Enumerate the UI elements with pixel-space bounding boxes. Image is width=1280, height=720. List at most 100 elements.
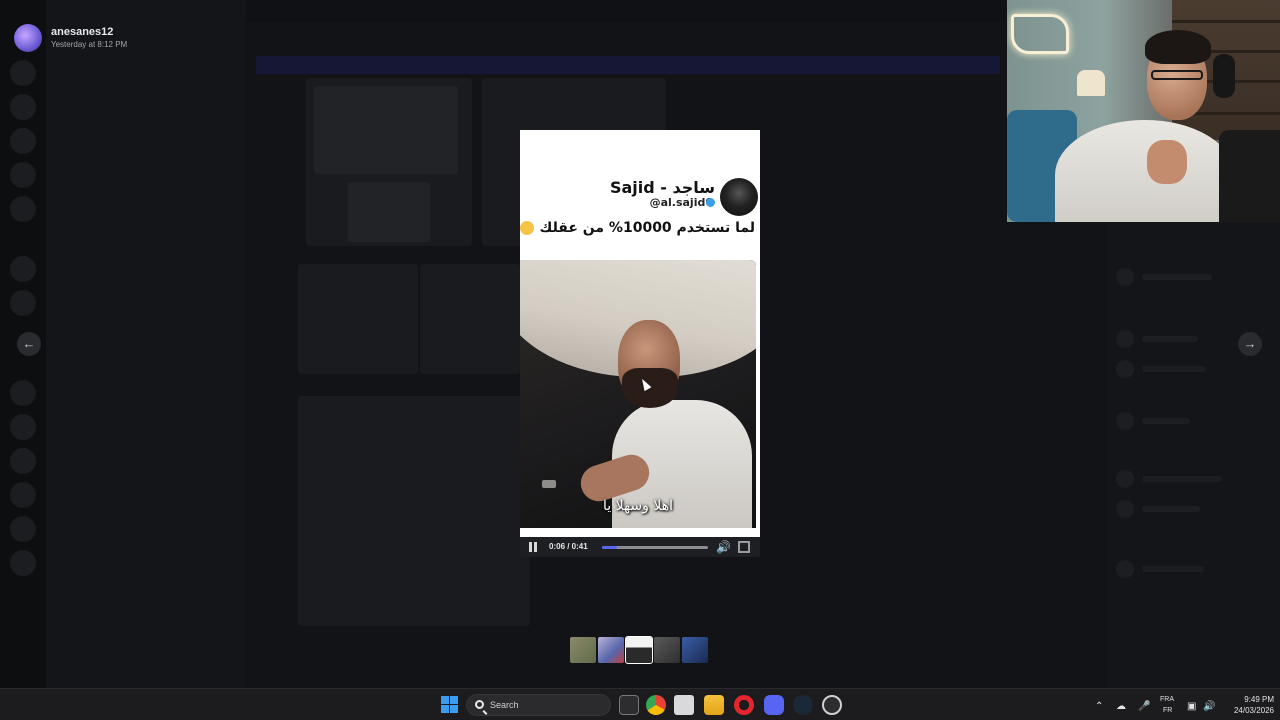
streamer-hair bbox=[1145, 30, 1211, 64]
member-avatar bbox=[1116, 500, 1134, 518]
video-frame[interactable]: اهلا وسهلا يا bbox=[520, 260, 756, 528]
post-timestamp: Yesterday at 8:12 PM bbox=[51, 40, 128, 49]
video-progress-fill bbox=[602, 546, 618, 549]
snipping-tool-icon[interactable] bbox=[674, 695, 694, 715]
video-subtitle: اهلا وسهلا يا bbox=[603, 498, 673, 514]
server-icon bbox=[10, 448, 36, 474]
arrow-left-icon: ← bbox=[22, 336, 36, 351]
poster-avatar bbox=[720, 178, 758, 216]
media-tile bbox=[420, 264, 520, 374]
laughing-emoji-icon bbox=[520, 221, 534, 235]
server-icon bbox=[10, 128, 36, 154]
file-explorer-icon[interactable] bbox=[704, 695, 724, 715]
arrow-right-icon: → bbox=[1243, 336, 1257, 351]
streamer-shirt bbox=[1055, 120, 1235, 222]
next-media-button[interactable]: → bbox=[1238, 332, 1262, 356]
server-icon bbox=[10, 256, 36, 282]
headset bbox=[1213, 54, 1235, 98]
member-name bbox=[1142, 566, 1204, 572]
video-progress-bar[interactable] bbox=[602, 546, 708, 549]
server-icon bbox=[10, 516, 36, 542]
author-name[interactable]: anesanes12 bbox=[51, 26, 113, 38]
media-thumbnail[interactable] bbox=[570, 637, 596, 663]
verified-badge-icon bbox=[706, 198, 715, 207]
clock-date: 24/03/2026 bbox=[1233, 706, 1274, 715]
media-tile bbox=[298, 396, 530, 626]
member-name bbox=[1142, 418, 1190, 424]
server-icon bbox=[10, 162, 36, 188]
car-taillight bbox=[542, 480, 556, 488]
channel-list-dimmed bbox=[46, 0, 282, 688]
pause-icon[interactable] bbox=[528, 542, 538, 552]
video-time: 0:06 / 0:41 bbox=[549, 542, 588, 551]
start-tile bbox=[450, 696, 458, 704]
windows-start-icon[interactable] bbox=[440, 695, 460, 715]
steam-icon[interactable] bbox=[793, 695, 813, 715]
member-name bbox=[1142, 274, 1212, 280]
streamer-hand bbox=[1147, 140, 1187, 184]
start-tile bbox=[450, 705, 458, 713]
chevron-up-icon[interactable]: ⌃ bbox=[1095, 701, 1103, 712]
server-icon bbox=[10, 60, 36, 86]
previous-media-button[interactable]: ← bbox=[17, 332, 41, 356]
media-thumbnail-active[interactable] bbox=[625, 636, 653, 664]
avatar[interactable] bbox=[14, 24, 42, 52]
opera-gx-icon[interactable] bbox=[734, 695, 754, 715]
server-icon bbox=[10, 550, 36, 576]
member-avatar bbox=[1116, 268, 1134, 286]
volume-tray-icon[interactable]: 🔊 bbox=[1203, 701, 1215, 712]
member-avatar bbox=[1116, 412, 1134, 430]
member-avatar bbox=[1116, 330, 1134, 348]
fullscreen-icon[interactable] bbox=[738, 541, 750, 553]
media-thumbnail[interactable] bbox=[654, 637, 680, 663]
glasses bbox=[1151, 70, 1203, 80]
server-icon bbox=[10, 414, 36, 440]
notice-banner-dimmed bbox=[256, 56, 1000, 74]
task-view-icon[interactable] bbox=[619, 695, 639, 715]
clock-time: 9:49 PM bbox=[1244, 695, 1274, 704]
search-icon bbox=[475, 700, 484, 709]
member-avatar bbox=[1116, 360, 1134, 378]
title-bar-dimmed bbox=[246, 0, 1006, 22]
poster-handle: @al.sajid0 bbox=[649, 196, 713, 209]
member-name bbox=[1142, 336, 1198, 342]
volume-icon[interactable]: 🔊 bbox=[716, 540, 731, 554]
lamp bbox=[1077, 70, 1105, 96]
server-icon bbox=[10, 380, 36, 406]
media-thumbnail[interactable] bbox=[598, 637, 624, 663]
video-caption: لما تستخدم 10000% من عقلك bbox=[539, 220, 755, 236]
language-code[interactable]: FRA bbox=[1160, 696, 1174, 703]
poster-name: Sajid - ساجد bbox=[609, 178, 715, 197]
member-name bbox=[1142, 476, 1222, 482]
media-tile bbox=[314, 86, 458, 174]
tweet-header: Sajid - ساجد @al.sajid0 لما تستخدم 10000… bbox=[520, 130, 760, 258]
taskbar: Search ⌃ ☁ 🎤 FRA FR ▣ 🔊 9:49 PM 24/03/20… bbox=[0, 688, 1280, 720]
onedrive-icon[interactable]: ☁ bbox=[1116, 701, 1126, 712]
shelf-board bbox=[1172, 20, 1280, 23]
search-placeholder: Search bbox=[490, 700, 519, 710]
app-icon[interactable] bbox=[822, 695, 842, 715]
media-tile bbox=[348, 182, 430, 242]
start-tile bbox=[441, 696, 449, 704]
member-name bbox=[1142, 366, 1206, 372]
member-avatar bbox=[1116, 470, 1134, 488]
discord-icon[interactable] bbox=[764, 695, 784, 715]
server-icon bbox=[10, 290, 36, 316]
member-list-dimmed bbox=[1106, 222, 1280, 688]
neon-sign bbox=[1011, 14, 1069, 54]
system-clock[interactable]: 9:49 PM 24/03/2026 bbox=[1222, 694, 1274, 716]
server-icon bbox=[10, 196, 36, 222]
chrome-icon[interactable] bbox=[646, 695, 666, 715]
member-avatar bbox=[1116, 560, 1134, 578]
keyboard-layout[interactable]: FR bbox=[1163, 707, 1172, 714]
screen: anesanes12 Yesterday at 8:12 PM ← → Saji… bbox=[0, 0, 1280, 720]
display-icon[interactable]: ▣ bbox=[1187, 701, 1196, 712]
microphone-icon[interactable]: 🎤 bbox=[1138, 701, 1150, 712]
server-icon bbox=[10, 94, 36, 120]
video-player[interactable]: Sajid - ساجد @al.sajid0 لما تستخدم 10000… bbox=[520, 130, 760, 557]
webcam-overlay bbox=[1007, 0, 1280, 222]
start-tile bbox=[441, 705, 449, 713]
media-tile bbox=[298, 264, 418, 374]
taskbar-search[interactable]: Search bbox=[466, 694, 611, 716]
media-thumbnail[interactable] bbox=[682, 637, 708, 663]
